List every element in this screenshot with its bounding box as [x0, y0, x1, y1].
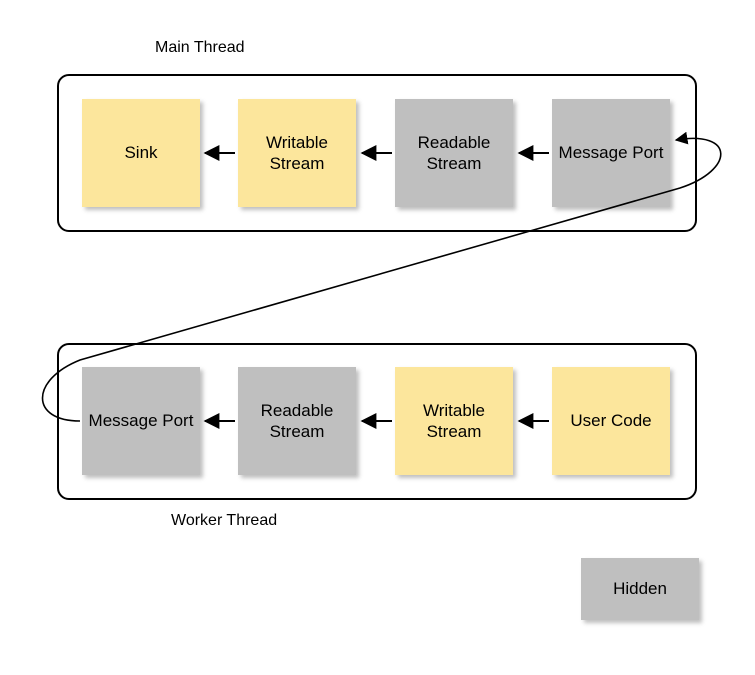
legend-hidden: Hidden: [581, 558, 699, 620]
node-writable-stream-main: Writable Stream: [238, 99, 356, 207]
node-label: User Code: [570, 410, 651, 431]
main-thread-label: Main Thread: [155, 39, 245, 57]
node-label: Writable Stream: [242, 132, 352, 175]
node-message-port-main: Message Port: [552, 99, 670, 207]
node-label: Writable Stream: [399, 400, 509, 443]
node-label: Sink: [124, 142, 157, 163]
node-label: Message Port: [89, 410, 194, 431]
node-message-port-worker: Message Port: [82, 367, 200, 475]
node-user-code: User Code: [552, 367, 670, 475]
node-label: Readable Stream: [399, 132, 509, 175]
node-writable-stream-worker: Writable Stream: [395, 367, 513, 475]
node-readable-stream-main: Readable Stream: [395, 99, 513, 207]
legend-label: Hidden: [613, 578, 667, 599]
node-readable-stream-worker: Readable Stream: [238, 367, 356, 475]
node-label: Message Port: [559, 142, 664, 163]
node-sink: Sink: [82, 99, 200, 207]
node-label: Readable Stream: [242, 400, 352, 443]
worker-thread-label: Worker Thread: [171, 512, 277, 530]
